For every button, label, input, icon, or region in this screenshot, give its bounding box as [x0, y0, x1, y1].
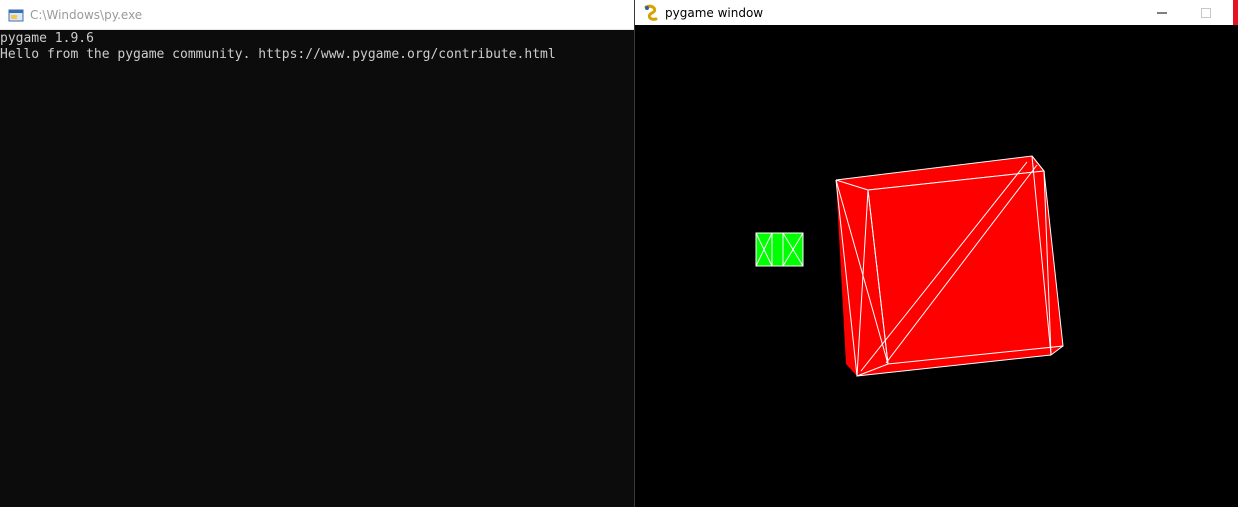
minimize-button[interactable] [1139, 0, 1185, 25]
maximize-icon [1201, 7, 1211, 18]
console-line: pygame 1.9.6 [0, 31, 94, 46]
pygame-snake-icon [644, 4, 658, 21]
pygame-window: pygame window [634, 0, 1238, 507]
pygame-window-title: pygame window [665, 5, 764, 20]
red-cube [835, 155, 1064, 377]
console-window: C:\Windows\py.exe pygame 1.9.6 Hello fro… [0, 0, 634, 507]
pygame-titlebar[interactable]: pygame window [635, 0, 1238, 25]
console-output[interactable]: pygame 1.9.6 Hello from the pygame commu… [0, 30, 634, 507]
green-cube-face [755, 232, 804, 267]
console-line: Hello from the pygame community. https:/… [0, 47, 556, 62]
green-cube [755, 232, 804, 267]
console-titlebar[interactable]: C:\Windows\py.exe [0, 0, 634, 30]
console-window-title: C:\Windows\py.exe [30, 7, 143, 22]
pygame-canvas[interactable] [635, 25, 1238, 507]
red-cube-front-face [867, 170, 1064, 365]
close-button[interactable] [1233, 0, 1238, 25]
console-app-icon [8, 9, 24, 21]
minimize-icon [1157, 12, 1167, 13]
maximize-button[interactable] [1183, 0, 1229, 25]
